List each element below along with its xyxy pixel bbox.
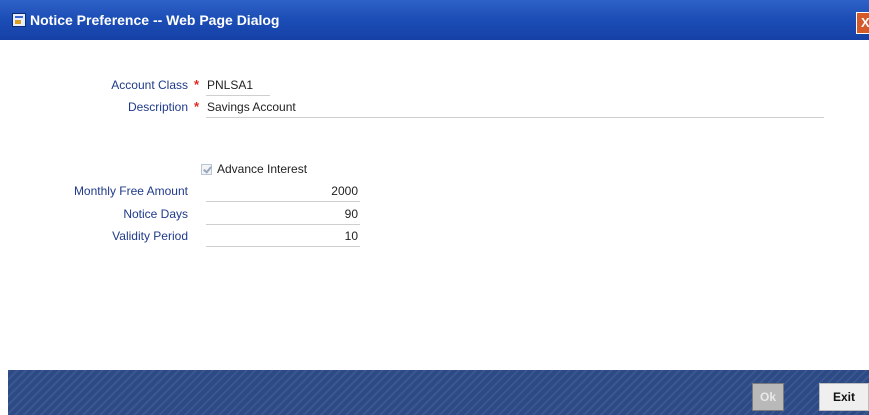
description-label: Description [127, 100, 188, 114]
account-class-underline [206, 95, 270, 96]
notice-days-field[interactable]: 90 [208, 207, 358, 221]
close-icon[interactable]: X [856, 12, 869, 34]
web-page-dialog: Notice Preference -- Web Page Dialog X A… [0, 0, 869, 415]
validity-period-underline [206, 246, 360, 247]
advance-interest-checkbox[interactable] [201, 164, 212, 175]
description-field[interactable]: Savings Account [207, 100, 296, 114]
dialog-title: Notice Preference -- Web Page Dialog [30, 12, 280, 28]
dialog-app-icon [12, 13, 26, 27]
monthly-free-amount-label: Monthly Free Amount [73, 184, 188, 198]
account-class-required-mark: * [194, 77, 200, 92]
account-class-field[interactable]: PNLSA1 [207, 78, 253, 92]
validity-period-label: Validity Period [112, 229, 188, 243]
monthly-free-amount-field[interactable]: 2000 [208, 184, 358, 198]
notice-days-underline [206, 224, 360, 225]
description-underline [206, 117, 824, 118]
description-required-mark: * [194, 99, 200, 114]
dialog-body: Account Class * PNLSA1 Description * Sav… [8, 40, 869, 370]
account-class-label: Account Class [111, 78, 188, 92]
ok-button[interactable]: Ok [752, 383, 784, 411]
monthly-free-amount-underline [206, 201, 360, 202]
dialog-footer: Ok Exit [8, 370, 869, 415]
advance-interest-label: Advance Interest [217, 162, 308, 176]
validity-period-field[interactable]: 10 [208, 229, 358, 243]
title-bar[interactable]: Notice Preference -- Web Page Dialog X [0, 0, 869, 40]
exit-button[interactable]: Exit [819, 383, 869, 411]
notice-days-label: Notice Days [123, 207, 188, 221]
